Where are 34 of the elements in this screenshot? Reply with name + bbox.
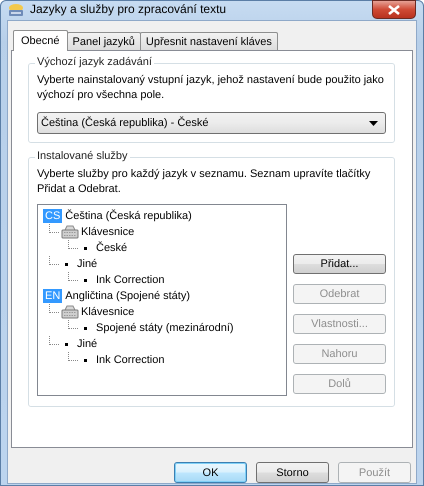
tree-item[interactable]: Spojené státy (mezinárodní) <box>96 322 234 334</box>
dialog-button[interactable]: OK <box>174 462 247 483</box>
tree-item[interactable]: Jiné <box>77 338 98 350</box>
close-button[interactable] <box>372 0 416 19</box>
description-text: Vyberte služby pro každý jazyk v seznamu. Seznam upravíte tlačítky Přidat a Odebrat. <box>37 167 372 197</box>
app-icon <box>7 2 25 18</box>
window-title: Jazyky a služby pro zpracování textu <box>30 2 228 16</box>
tab[interactable]: Upřesnit nastavení kláves <box>140 32 278 50</box>
bullet-icon <box>65 262 68 266</box>
language-badge: EN <box>43 289 62 303</box>
dialog-button[interactable]: Storno <box>256 462 329 483</box>
bullet-icon <box>84 246 87 250</box>
tree-item[interactable]: Klávesnice <box>81 306 134 318</box>
group-title: Výchozí jazyk zadávání <box>35 56 154 68</box>
tab[interactable]: Obecné <box>13 30 68 51</box>
action-button[interactable]: Přidat... <box>293 254 386 274</box>
tree-item[interactable]: České <box>96 242 128 254</box>
language-dropdown[interactable]: Čeština (Česká republika) - České <box>37 112 386 134</box>
bullet-icon <box>84 278 87 282</box>
language-badge: CS <box>43 209 62 223</box>
caret-icon <box>369 120 378 126</box>
close-icon <box>388 4 400 14</box>
bullet-icon <box>84 358 87 362</box>
bullet-icon <box>65 342 68 346</box>
tab[interactable]: Panel jazyků <box>66 32 141 50</box>
tree-item[interactable]: Čeština (Česká republika) <box>65 210 192 222</box>
tree-item[interactable]: Angličtina (Spojené státy) <box>65 290 190 302</box>
tree-item[interactable]: Ink Correction <box>96 354 164 366</box>
description-text: Vyberte nainstalovaný vstupní jazyk, jehož nastavení bude použito jako výchozí pro všechna pole. <box>37 73 385 103</box>
tree-item[interactable]: Jiné <box>77 258 98 270</box>
bullet-icon <box>84 326 87 330</box>
group-title: Instalované služby <box>35 150 130 162</box>
tree-item[interactable]: Klávesnice <box>81 226 134 238</box>
tree-item[interactable]: Ink Correction <box>96 274 164 286</box>
